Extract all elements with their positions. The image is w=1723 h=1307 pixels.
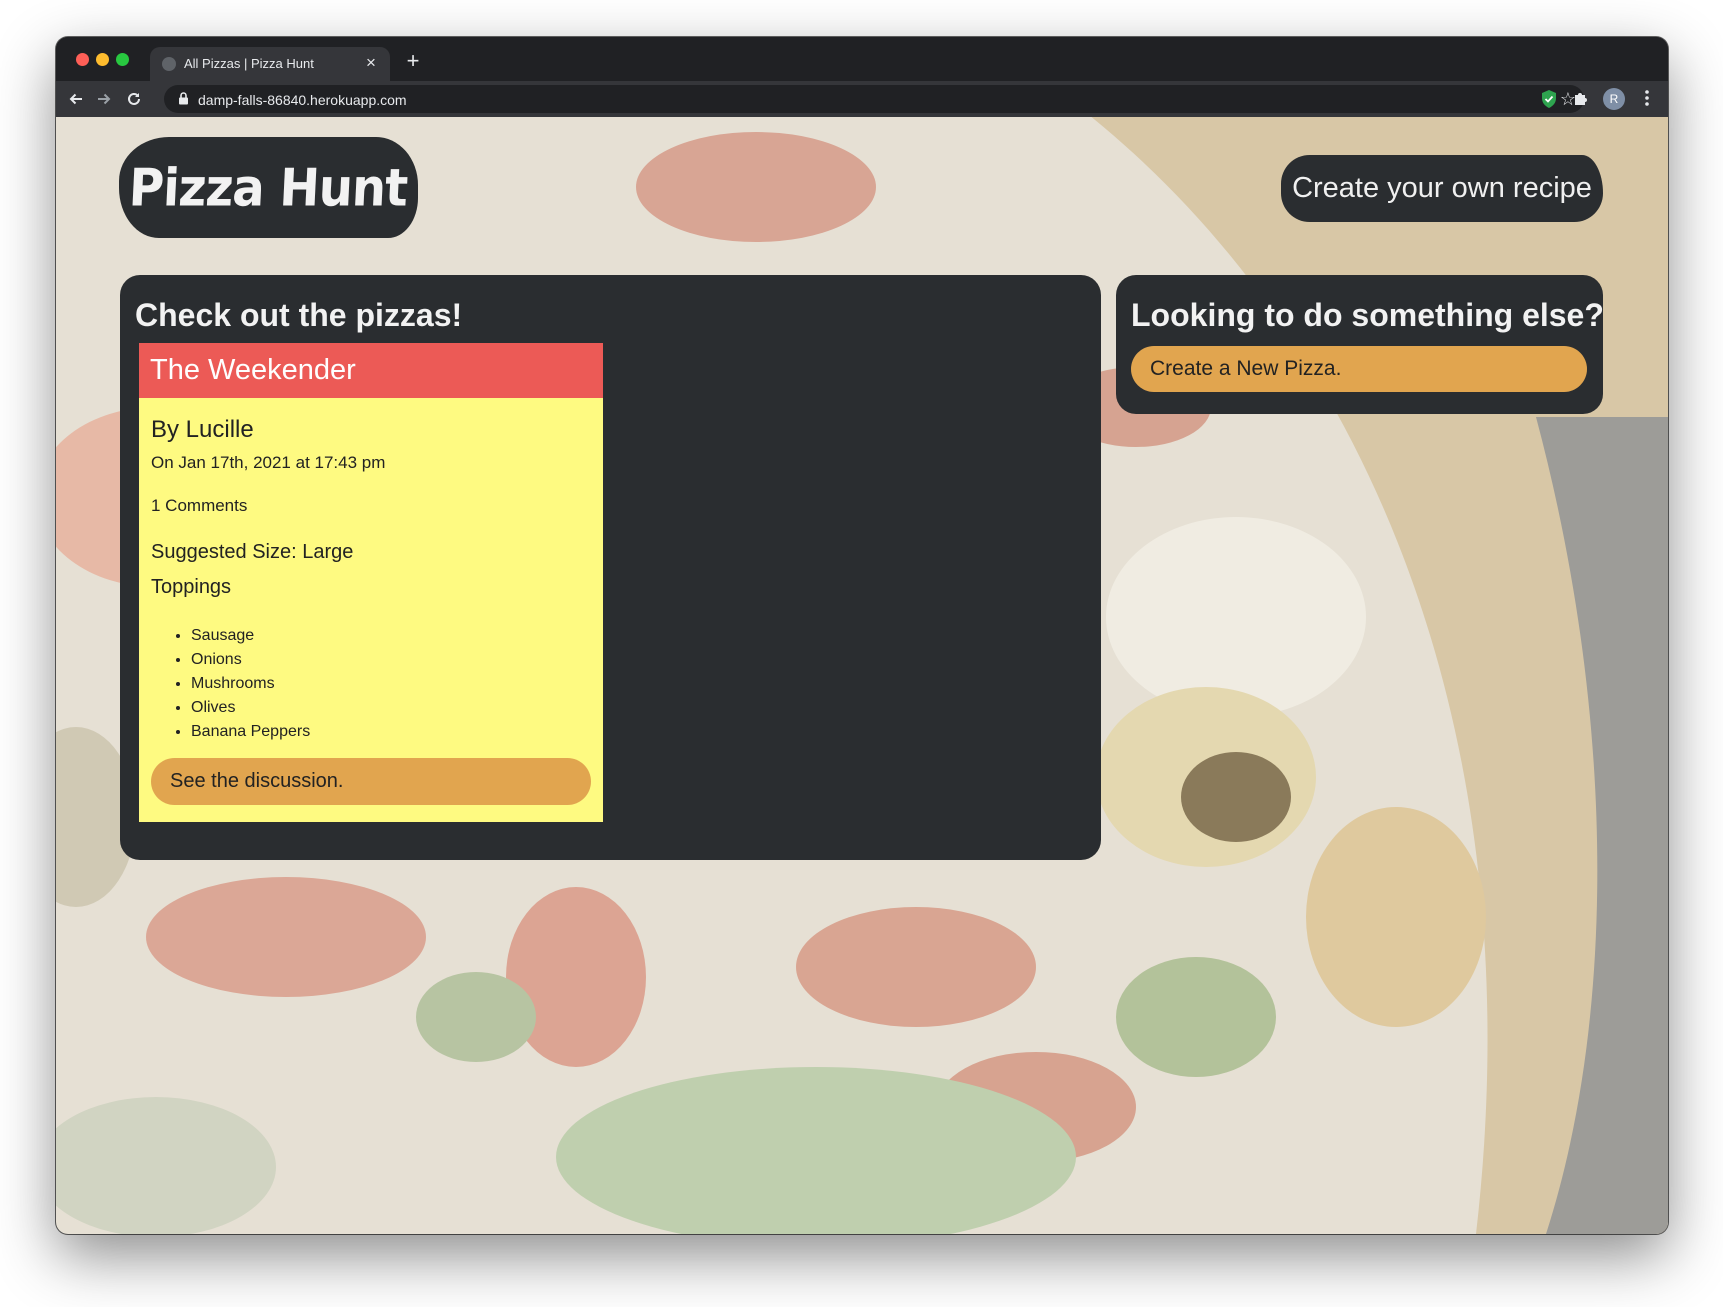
browser-window: All Pizzas | Pizza Hunt × + damp-falls-8… [56, 37, 1668, 1234]
tab-close-icon[interactable]: × [360, 52, 382, 74]
create-recipe-link[interactable]: Create your own recipe [1281, 155, 1603, 222]
back-arrow-icon[interactable] [62, 85, 90, 113]
puzzle-extensions-icon[interactable] [1572, 89, 1590, 112]
pizza-date: On Jan 17th, 2021 at 17:43 pm [151, 453, 386, 472]
topping-item: Sausage [191, 624, 310, 648]
create-new-pizza-button[interactable]: Create a New Pizza. [1131, 346, 1587, 392]
toppings-label: Toppings [151, 576, 232, 598]
window-close-button[interactable] [76, 53, 89, 66]
window-minimize-button[interactable] [96, 53, 109, 66]
more-menu-icon[interactable] [1644, 89, 1650, 112]
profile-avatar[interactable]: R [1603, 88, 1625, 110]
address-bar[interactable]: damp-falls-86840.herokuapp.com ☆ [164, 85, 1584, 113]
browser-tab[interactable]: All Pizzas | Pizza Hunt × [150, 47, 390, 81]
logo-text: Pizza Hunt [127, 157, 409, 218]
url-text[interactable]: damp-falls-86840.herokuapp.com [198, 92, 407, 108]
shield-extension-icon[interactable] [1540, 89, 1558, 114]
pizza-author: By Lucille [151, 416, 254, 443]
topping-item: Mushrooms [191, 672, 310, 696]
pizzas-panel: Check out the pizzas! The Weekender By L… [120, 275, 1101, 860]
browser-toolbar: damp-falls-86840.herokuapp.com ☆ R [56, 81, 1668, 117]
new-tab-button[interactable]: + [400, 48, 426, 74]
actions-panel: Looking to do something else? Create a N… [1116, 275, 1604, 414]
pizza-comment-count: 1 Comments [151, 496, 248, 515]
pizza-card-header: The Weekender [139, 343, 603, 398]
tab-title: All Pizzas | Pizza Hunt [184, 56, 314, 71]
pizza-name: The Weekender [150, 354, 356, 386]
globe-icon [162, 57, 176, 71]
lock-icon [178, 92, 189, 110]
window-maximize-button[interactable] [116, 53, 129, 66]
forward-arrow-icon[interactable] [90, 85, 118, 113]
tab-strip: All Pizzas | Pizza Hunt × + [56, 37, 1668, 81]
see-discussion-button[interactable]: See the discussion. [151, 758, 591, 805]
page-viewport: Pizza Hunt Create your own recipe Check … [56, 117, 1668, 1234]
topping-item: Onions [191, 648, 310, 672]
toppings-list: Sausage Onions Mushrooms Olives Banana P… [191, 624, 310, 744]
site-logo[interactable]: Pizza Hunt [119, 137, 418, 238]
topping-item: Banana Peppers [191, 720, 310, 744]
actions-heading: Looking to do something else? [1131, 297, 1604, 333]
topping-item: Olives [191, 696, 310, 720]
pizzas-heading: Check out the pizzas! [135, 297, 463, 333]
pizza-suggested-size: Suggested Size: Large [151, 541, 354, 563]
pizza-card: The Weekender By Lucille On Jan 17th, 20… [139, 343, 603, 822]
reload-icon[interactable] [120, 85, 148, 113]
